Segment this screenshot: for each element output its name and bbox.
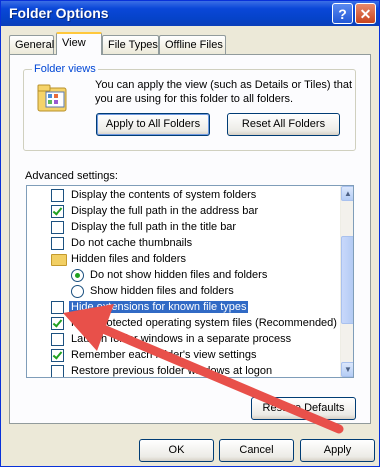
folder-options-window: Folder Options ? ✕ General View File Typ… <box>0 0 380 467</box>
tab-view[interactable]: View <box>56 32 102 55</box>
annotation-arrow-icon <box>63 304 344 434</box>
